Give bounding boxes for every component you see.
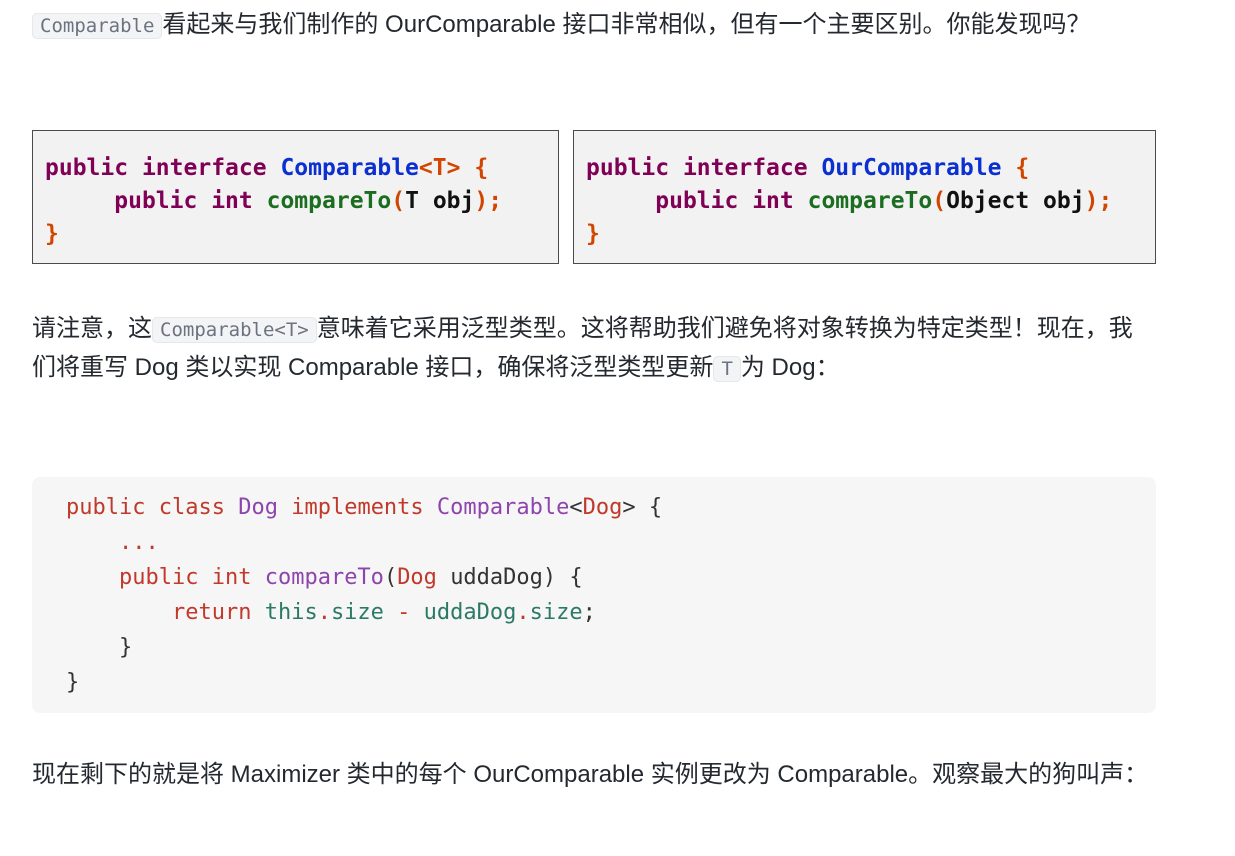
dog-code-block: public class Dog implements Comparable<D… bbox=[32, 477, 1156, 713]
intro-paragraph: Comparable 看起来与我们制作的 OurComparable 接口非常相似… bbox=[32, 6, 1152, 45]
inline-code-t: T bbox=[713, 356, 741, 382]
intro-text: 看起来与我们制作的 OurComparable 接口非常相似，但有一个主要区别。… bbox=[162, 11, 1091, 38]
ourcomparable-snippet: public interface OurComparable { public … bbox=[573, 130, 1156, 264]
note-paragraph: 请注意，这 Comparable<T> 意味着它采用泛型类型。这将帮助我们避免将对象… bbox=[32, 315, 1133, 382]
comparable-snippet: public interface Comparable<T> { public … bbox=[32, 130, 559, 264]
outro-paragraph: 现在剩下的就是将 Maximizer 类中的每个 OurComparable 实… bbox=[32, 761, 1149, 788]
inline-code-generic: Comparable<T> bbox=[152, 317, 317, 343]
inline-code: Comparable bbox=[32, 13, 163, 39]
